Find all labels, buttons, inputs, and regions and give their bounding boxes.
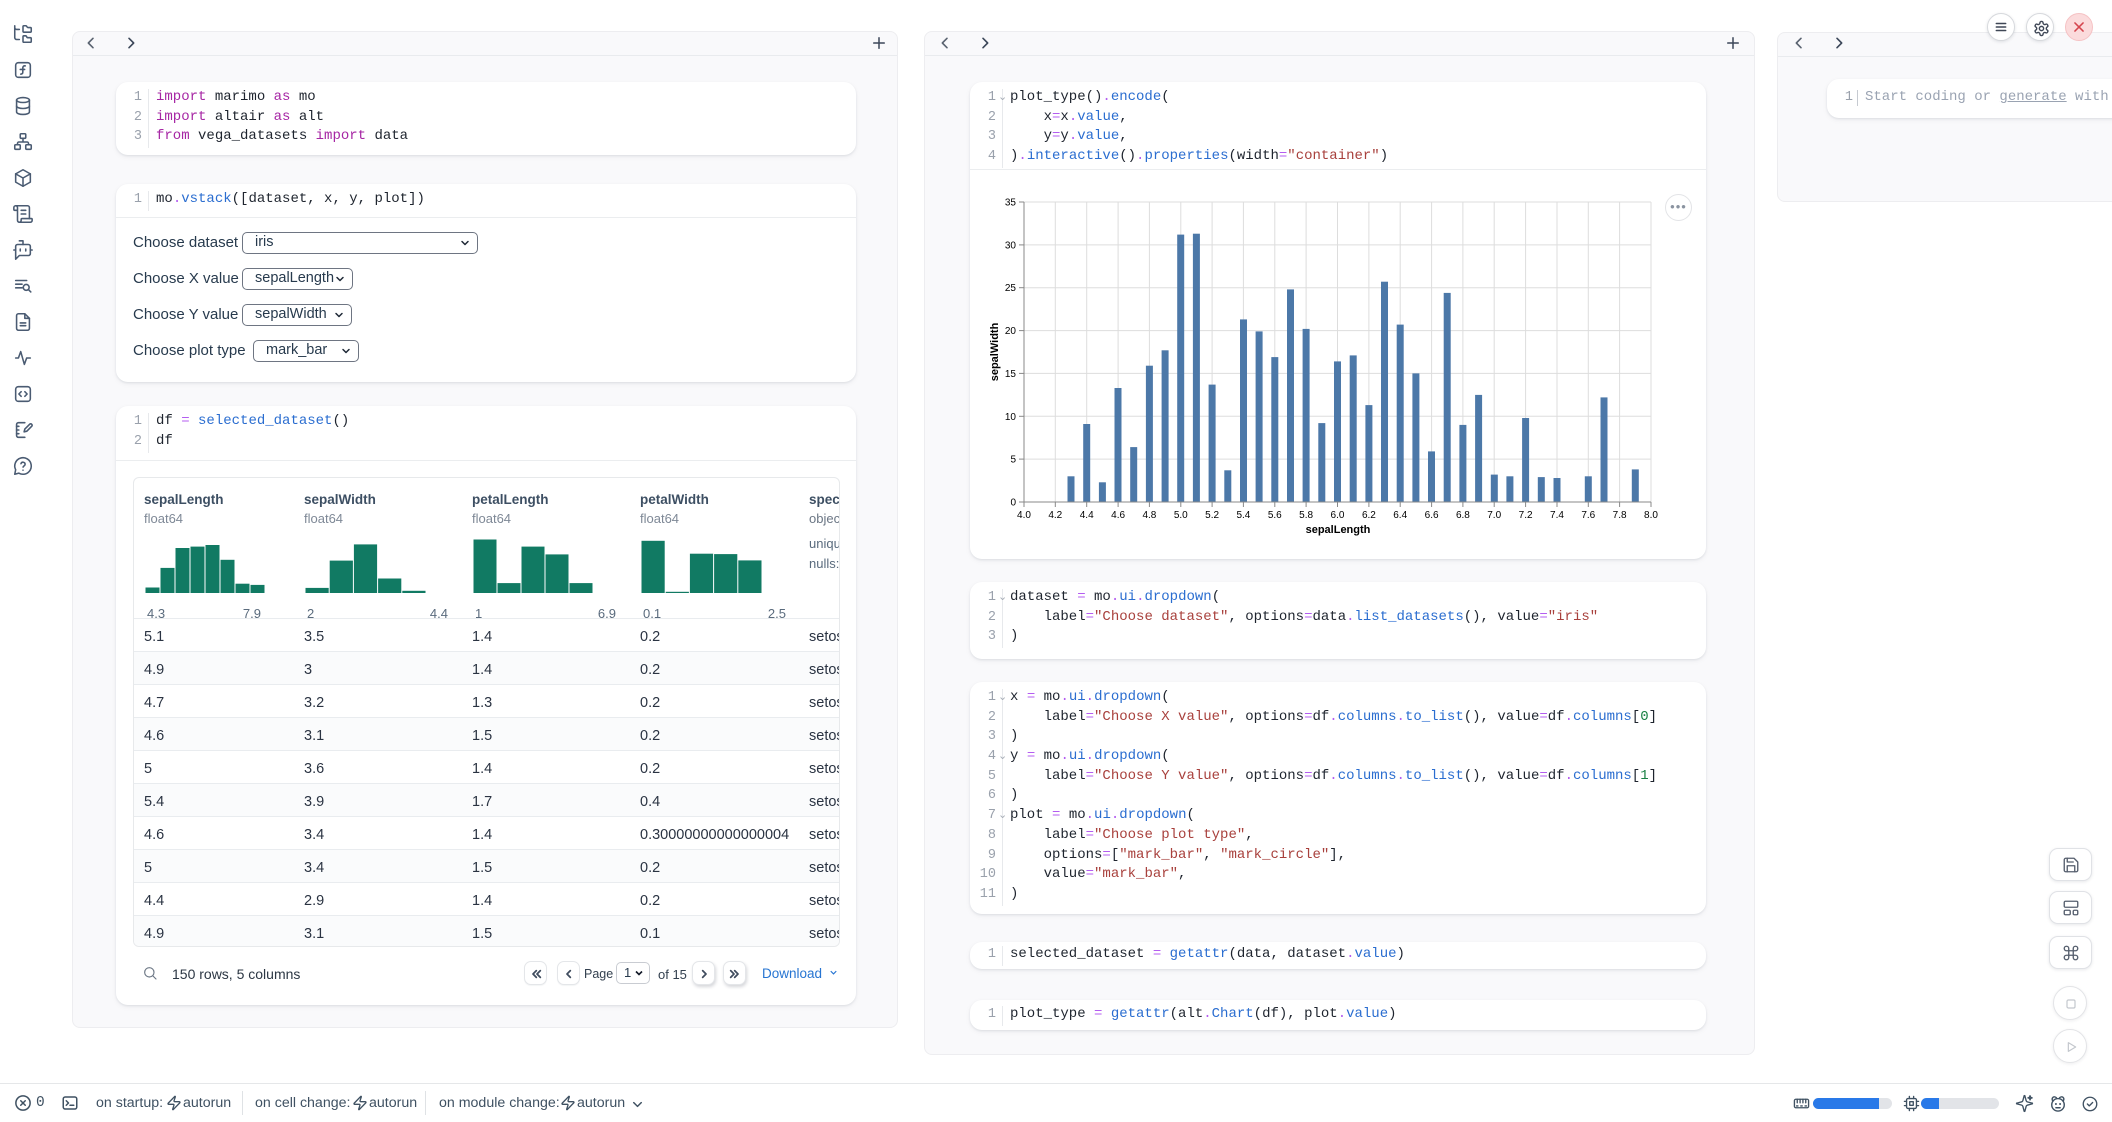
svg-text:sepalLength: sepalLength <box>1306 524 1371 536</box>
svg-text:35: 35 <box>1005 198 1017 209</box>
svg-text:30: 30 <box>1005 240 1017 251</box>
svg-text:7.6: 7.6 <box>1581 510 1595 521</box>
svg-text:5: 5 <box>1010 455 1016 466</box>
svg-text:5.8: 5.8 <box>1299 510 1313 521</box>
svg-text:sepalWidth: sepalWidth <box>989 322 1001 381</box>
svg-text:25: 25 <box>1005 283 1017 294</box>
svg-text:5.6: 5.6 <box>1268 510 1282 521</box>
svg-text:7.2: 7.2 <box>1519 510 1533 521</box>
svg-text:6.0: 6.0 <box>1331 510 1345 521</box>
svg-text:6.6: 6.6 <box>1425 510 1439 521</box>
svg-text:4.4: 4.4 <box>1080 510 1094 521</box>
svg-text:5.2: 5.2 <box>1205 510 1219 521</box>
svg-text:4.6: 4.6 <box>1111 510 1125 521</box>
svg-text:7.4: 7.4 <box>1550 510 1564 521</box>
svg-text:5.0: 5.0 <box>1174 510 1188 521</box>
svg-text:0: 0 <box>1010 498 1016 509</box>
svg-text:6.8: 6.8 <box>1456 510 1470 521</box>
svg-text:8.0: 8.0 <box>1644 510 1658 521</box>
svg-text:4.8: 4.8 <box>1142 510 1156 521</box>
svg-text:7.0: 7.0 <box>1487 510 1501 521</box>
svg-text:20: 20 <box>1005 326 1017 337</box>
svg-text:6.2: 6.2 <box>1362 510 1376 521</box>
svg-text:10: 10 <box>1005 412 1017 423</box>
svg-text:6.4: 6.4 <box>1393 510 1407 521</box>
svg-text:4.0: 4.0 <box>1017 510 1031 521</box>
svg-text:5.4: 5.4 <box>1236 510 1250 521</box>
svg-text:7.8: 7.8 <box>1613 510 1627 521</box>
svg-text:15: 15 <box>1005 369 1017 380</box>
svg-text:4.2: 4.2 <box>1048 510 1062 521</box>
